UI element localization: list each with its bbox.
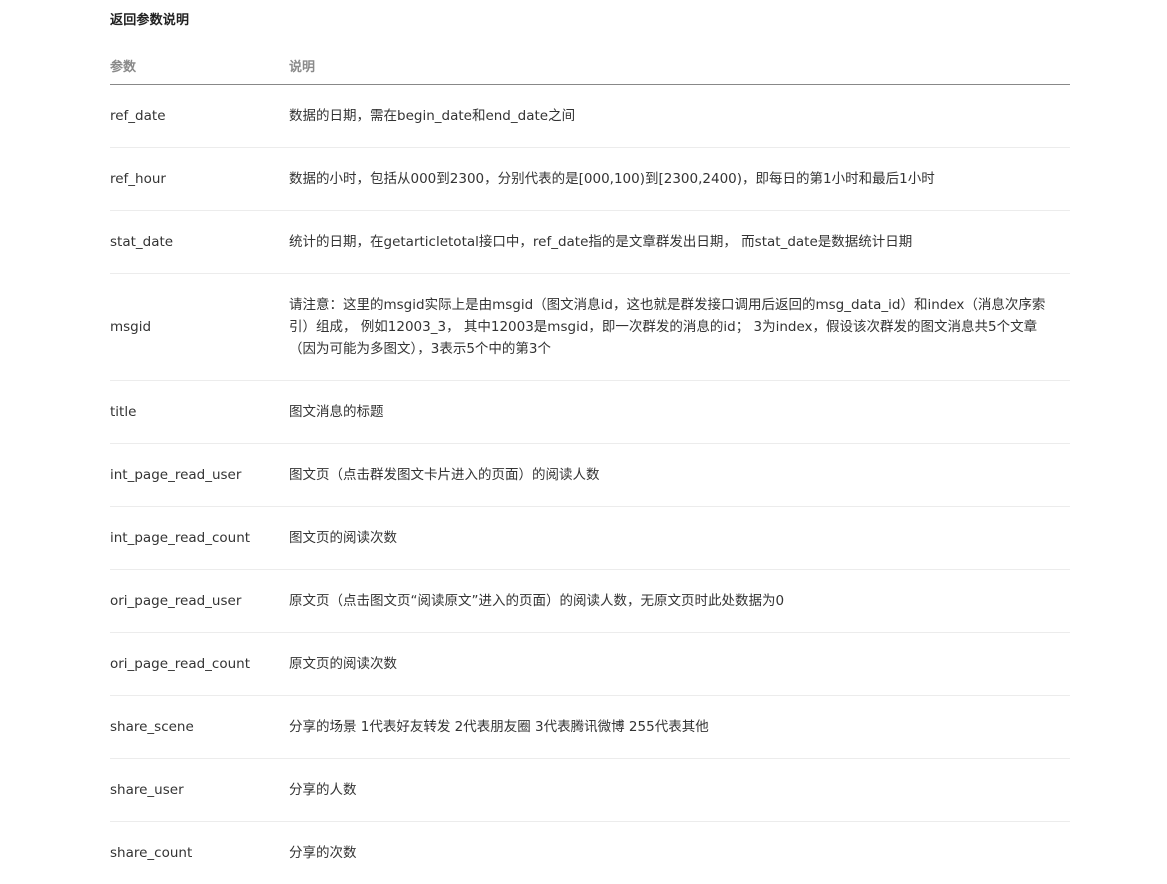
table-row: share_scene 分享的场景 1代表好友转发 2代表朋友圈 3代表腾讯微博… [110,695,1070,759]
table-row: ref_date 数据的日期，需在begin_date和end_date之间 [110,84,1070,148]
param-desc: 分享的人数 [289,758,1070,822]
param-desc: 数据的小时，包括从000到2300，分别代表的是[000,100)到[2300,… [289,147,1070,211]
param-name: ori_page_read_count [110,632,289,696]
table-row: stat_date 统计的日期，在getarticletotal接口中，ref_… [110,210,1070,274]
param-desc: 图文页的阅读次数 [289,506,1070,570]
param-desc: 请注意：这里的msgid实际上是由msgid（图文消息id，这也就是群发接口调用… [289,273,1070,381]
table-row: title 图文消息的标题 [110,380,1070,444]
table-row: share_count 分享的次数 [110,821,1070,884]
header-param: 参数 [110,44,289,85]
param-desc: 统计的日期，在getarticletotal接口中，ref_date指的是文章群… [289,210,1070,274]
param-name: stat_date [110,210,289,274]
param-desc: 分享的场景 1代表好友转发 2代表朋友圈 3代表腾讯微博 255代表其他 [289,695,1070,759]
param-name: int_page_read_count [110,506,289,570]
param-name: int_page_read_user [110,443,289,507]
param-desc: 图文页（点击群发图文卡片进入的页面）的阅读人数 [289,443,1070,507]
table-row: msgid 请注意：这里的msgid实际上是由msgid（图文消息id，这也就是… [110,273,1070,381]
header-desc: 说明 [289,44,1070,85]
table-row: share_user 分享的人数 [110,758,1070,822]
param-desc: 原文页的阅读次数 [289,632,1070,696]
params-table: 参数 说明 ref_date 数据的日期，需在begin_date和end_da… [110,44,1070,884]
param-name: ori_page_read_user [110,569,289,633]
param-name: title [110,380,289,444]
param-name: share_scene [110,695,289,759]
param-name: share_count [110,844,193,861]
section-title: 返回参数说明 [110,13,190,28]
param-name: ref_date [110,84,289,148]
table-row: ref_hour 数据的小时，包括从000到2300，分别代表的是[000,10… [110,147,1070,211]
param-name: ref_hour [110,147,289,211]
param-name: msgid [110,273,289,381]
table-row: int_page_read_count 图文页的阅读次数 [110,506,1070,570]
table-row: int_page_read_user 图文页（点击群发图文卡片进入的页面）的阅读… [110,443,1070,507]
param-desc: 原文页（点击图文页“阅读原文”进入的页面）的阅读人数，无原文页时此处数据为0 [289,569,1070,633]
table-row: ori_page_read_count 原文页的阅读次数 [110,632,1070,696]
param-desc: 数据的日期，需在begin_date和end_date之间 [289,84,1070,148]
table-row: ori_page_read_user 原文页（点击图文页“阅读原文”进入的页面）… [110,569,1070,633]
param-desc: 分享的次数 [289,844,357,861]
param-name: share_user [110,758,289,822]
param-desc: 图文消息的标题 [289,380,1070,444]
table-header-row: 参数 说明 [110,44,1070,85]
